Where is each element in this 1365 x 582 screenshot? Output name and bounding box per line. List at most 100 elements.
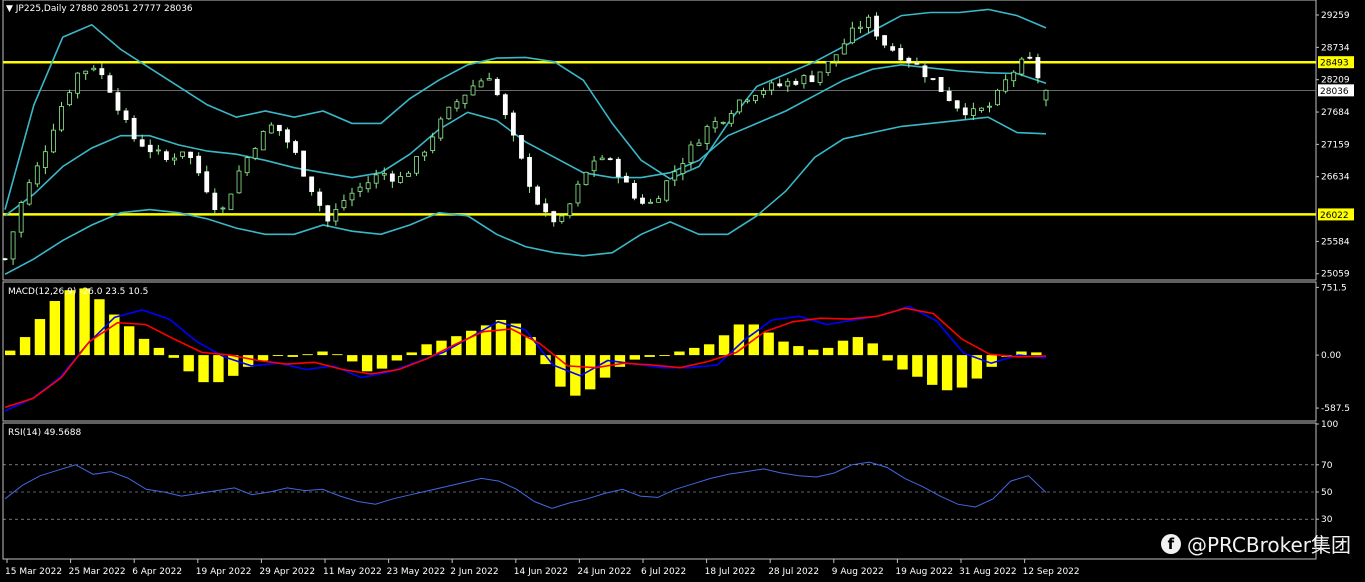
macd-histogram-bar bbox=[183, 355, 194, 372]
candle-body bbox=[559, 215, 565, 222]
macd-panel bbox=[4, 288, 1047, 412]
candle-body bbox=[753, 95, 758, 102]
candle-body bbox=[817, 71, 823, 83]
macd-histogram-bar bbox=[406, 352, 417, 356]
level-price-tag-label: 28493 bbox=[1320, 59, 1349, 69]
candle-body bbox=[236, 170, 242, 194]
macd-histogram-bar bbox=[778, 341, 789, 356]
candle-body bbox=[260, 131, 266, 151]
candle-body bbox=[438, 118, 444, 139]
candle-body bbox=[252, 148, 258, 159]
candle-body bbox=[317, 191, 323, 206]
macd-histogram-bar bbox=[703, 344, 715, 356]
x-axis-tick-label: 15 Mar 2022 bbox=[5, 567, 62, 577]
candle-body bbox=[115, 92, 121, 111]
candle-body bbox=[672, 171, 678, 181]
candle-body bbox=[276, 124, 282, 132]
macd-histogram-bar bbox=[94, 299, 105, 356]
watermark-text: @PRCBroker集团 bbox=[1186, 533, 1351, 557]
price-axis-tick-label: 26634 bbox=[1321, 173, 1350, 183]
macd-histogram-bar bbox=[421, 344, 432, 356]
candle-body bbox=[567, 203, 573, 217]
candle-body bbox=[761, 90, 766, 95]
x-axis-tick-label: 14 Jun 2022 bbox=[514, 567, 568, 577]
candle-body bbox=[664, 180, 670, 201]
macd-histogram-bar bbox=[629, 355, 641, 360]
candle-body bbox=[373, 174, 379, 184]
bollinger-lower-line bbox=[4, 116, 1047, 276]
candle-body bbox=[551, 211, 557, 223]
candle-body bbox=[422, 151, 428, 157]
candle-body bbox=[922, 65, 928, 78]
watermark: f @PRCBroker集团 bbox=[1160, 529, 1351, 558]
rsi-line bbox=[4, 461, 1047, 509]
candle-body bbox=[430, 136, 436, 152]
macd-histogram-bar bbox=[64, 290, 75, 356]
candle-body bbox=[640, 197, 645, 204]
candle-body bbox=[212, 192, 218, 210]
candle-body bbox=[478, 80, 484, 88]
macd-histogram-bar bbox=[941, 355, 953, 391]
candle-body bbox=[995, 89, 1000, 106]
x-axis-tick-label: 11 May 2022 bbox=[323, 567, 382, 577]
macd-histogram-bar bbox=[808, 349, 819, 356]
candle-body bbox=[801, 75, 807, 85]
candle-body bbox=[890, 46, 896, 51]
candle-body bbox=[583, 171, 589, 186]
macd-histogram-bar bbox=[34, 319, 46, 356]
candle-body bbox=[970, 108, 976, 116]
macd-header: MACD(12,26,9) -26.0 23.5 10.5 bbox=[8, 287, 148, 297]
macd-histogram-bar bbox=[138, 338, 150, 356]
candle-body bbox=[83, 70, 89, 75]
candle-body bbox=[736, 99, 742, 113]
candle-body bbox=[180, 151, 185, 157]
rsi-axis-tick-label: 100 bbox=[1321, 420, 1338, 430]
candle-body bbox=[712, 121, 718, 129]
candle-body bbox=[930, 78, 936, 80]
macd-histogram-bar bbox=[927, 355, 938, 385]
macd-histogram-bar bbox=[1031, 352, 1042, 356]
bollinger-middle-line bbox=[4, 63, 1047, 217]
candle-body bbox=[769, 82, 775, 91]
macd-histogram-bar bbox=[689, 347, 700, 356]
candle-body bbox=[1035, 57, 1041, 79]
candle-body bbox=[293, 141, 298, 153]
candle-body bbox=[987, 105, 992, 108]
macd-histogram-bar bbox=[19, 337, 31, 356]
candle-body bbox=[615, 158, 621, 178]
macd-histogram-bar bbox=[822, 347, 834, 356]
candle-body bbox=[244, 157, 250, 174]
candle-body bbox=[341, 200, 347, 209]
candle-body bbox=[470, 85, 476, 96]
candle-body bbox=[866, 16, 871, 28]
candle-body bbox=[357, 186, 363, 192]
price-axis-tick-label: 28209 bbox=[1321, 76, 1350, 86]
candle-body bbox=[389, 173, 395, 182]
candle-body bbox=[648, 201, 653, 204]
rsi-panel bbox=[3, 461, 1316, 520]
candle-body bbox=[147, 144, 153, 153]
candle-body bbox=[510, 112, 516, 136]
candle-body bbox=[591, 160, 597, 172]
candle-body bbox=[502, 94, 508, 116]
macd-axis-tick-label: 0.00 bbox=[1321, 351, 1341, 361]
candle-body bbox=[1011, 71, 1017, 82]
candle-body bbox=[196, 155, 202, 174]
macd-axis-tick-label: 751.5 bbox=[1321, 283, 1347, 293]
candle-body bbox=[172, 157, 177, 161]
x-axis-tick-label: 6 Jul 2022 bbox=[641, 567, 686, 577]
macd-histogram-bar bbox=[347, 355, 358, 362]
candle-body bbox=[833, 54, 839, 62]
candle-body bbox=[841, 43, 847, 55]
candle-body bbox=[398, 176, 403, 183]
macd-histogram-bar bbox=[5, 350, 16, 356]
candle-body bbox=[519, 135, 524, 159]
macd-histogram-bar bbox=[153, 347, 165, 356]
candle-body bbox=[704, 126, 710, 144]
candle-body bbox=[494, 78, 500, 96]
symbol-header: ▼ JP225,Daily 27880 28051 27777 28036 bbox=[6, 4, 193, 14]
candle-body bbox=[365, 182, 371, 190]
candle-body bbox=[268, 124, 274, 134]
price-axis-tick-label: 27159 bbox=[1321, 140, 1350, 150]
macd-histogram-bar bbox=[213, 355, 224, 383]
